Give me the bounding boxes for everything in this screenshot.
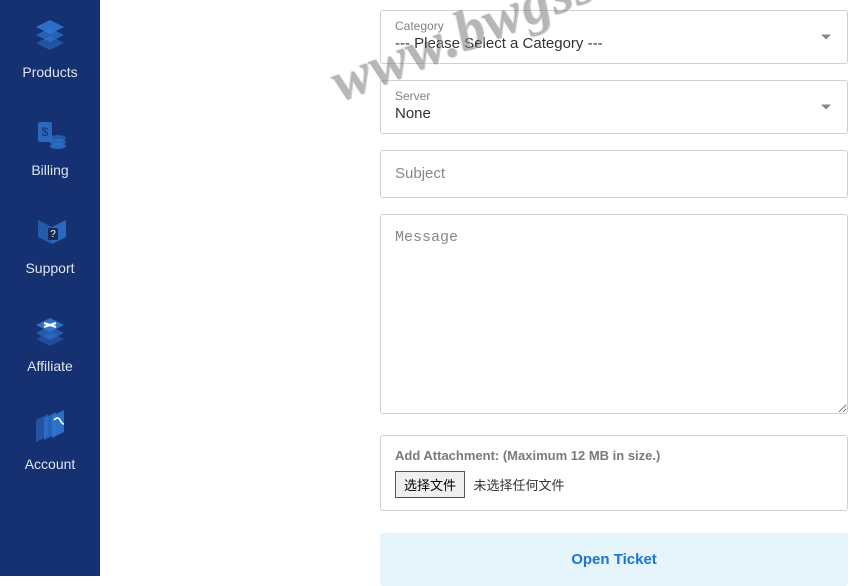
choose-file-button[interactable]: 选择文件	[395, 471, 465, 498]
support-icon: ?	[30, 214, 70, 250]
sidebar-item-label: Support	[25, 260, 74, 276]
sidebar-item-affiliate[interactable]: Affiliate	[0, 294, 100, 392]
svg-text:$: $	[42, 125, 49, 139]
affiliate-icon	[30, 312, 70, 348]
category-select[interactable]: Category --- Please Select a Category --…	[380, 10, 848, 64]
server-value: None	[395, 105, 431, 122]
server-label: Server	[395, 89, 833, 103]
account-icon	[30, 410, 70, 446]
attachment-section: Add Attachment: (Maximum 12 MB in size.)…	[380, 435, 848, 511]
open-ticket-button[interactable]: Open Ticket	[380, 533, 848, 586]
sidebar: Products $ Billing ? Support Affiliate A…	[0, 0, 100, 576]
sidebar-item-account[interactable]: Account	[0, 392, 100, 490]
sidebar-item-products[interactable]: Products	[0, 0, 100, 98]
sidebar-item-label: Account	[25, 456, 76, 472]
subject-field-wrapper	[380, 150, 848, 198]
caret-down-icon	[821, 35, 831, 40]
layers-icon	[30, 18, 70, 54]
caret-down-icon	[821, 105, 831, 110]
sidebar-item-label: Billing	[31, 162, 68, 178]
ticket-form: Category --- Please Select a Category --…	[100, 0, 866, 576]
sidebar-item-billing[interactable]: $ Billing	[0, 98, 100, 196]
sidebar-item-support[interactable]: ? Support	[0, 196, 100, 294]
sidebar-item-label: Affiliate	[27, 358, 73, 374]
billing-icon: $	[30, 116, 70, 152]
file-status: 未选择任何文件	[473, 478, 564, 493]
svg-text:?: ?	[50, 229, 56, 240]
server-select[interactable]: Server None	[380, 80, 848, 134]
subject-input[interactable]	[395, 165, 833, 182]
message-textarea[interactable]	[380, 214, 848, 414]
sidebar-item-label: Products	[22, 64, 77, 80]
category-label: Category	[395, 19, 833, 33]
category-value: --- Please Select a Category ---	[395, 35, 603, 52]
attachment-label: Add Attachment: (Maximum 12 MB in size.)	[395, 448, 833, 463]
